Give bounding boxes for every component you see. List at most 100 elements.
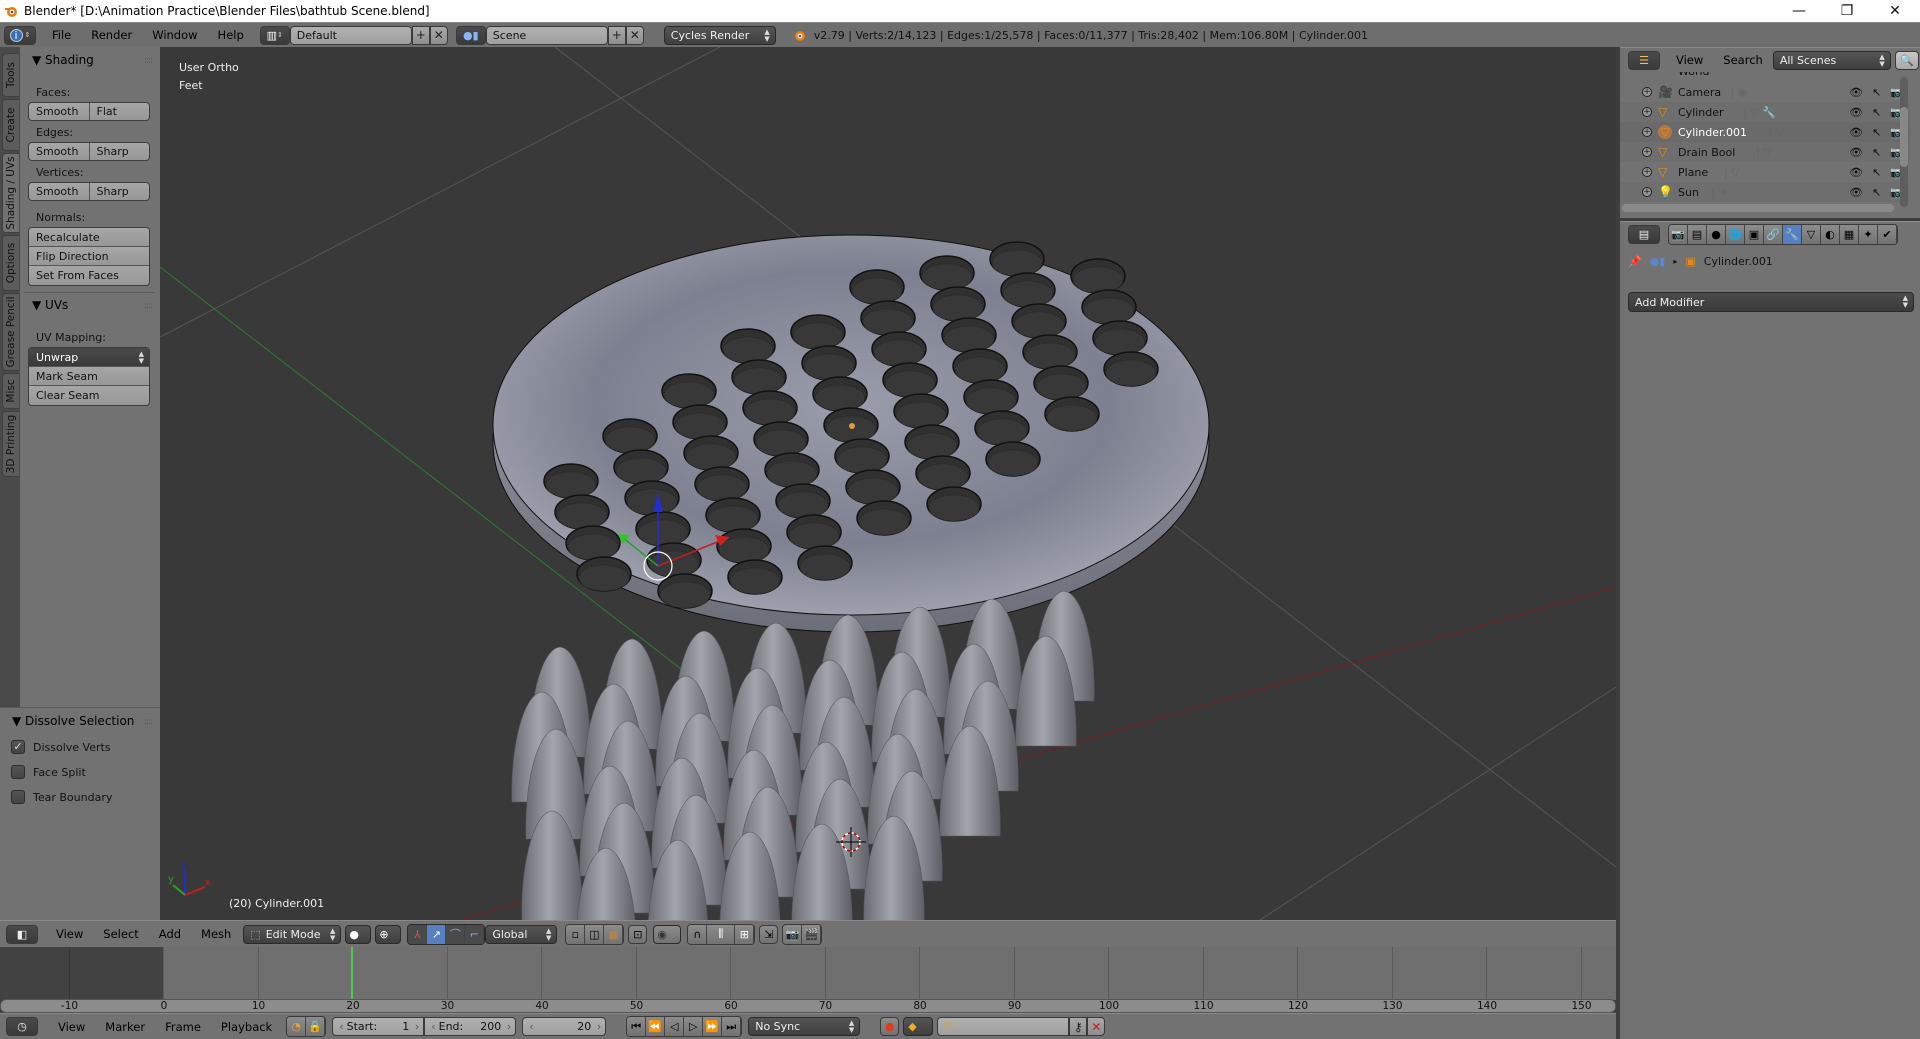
maximize-button[interactable]: ❐ (1824, 0, 1870, 22)
proportional-edit-dropdown[interactable]: ◉ (653, 924, 682, 944)
menu-add[interactable]: Add (149, 927, 191, 941)
outliner-item-world[interactable]: World (1620, 72, 1910, 82)
cursor-icon[interactable]: ↖ (1872, 146, 1881, 159)
eye-icon[interactable]: 👁 (1849, 106, 1863, 119)
expand-icon[interactable]: + (1642, 187, 1652, 197)
expand-icon[interactable]: + (1642, 147, 1652, 157)
vertices-smooth-button[interactable]: Smooth (29, 183, 90, 200)
properties-tab-physics[interactable]: ✔ (1878, 224, 1897, 244)
drain-disc-mesh[interactable] (492, 234, 1210, 633)
editor-type-outliner-button[interactable]: ☰ (1628, 50, 1660, 70)
3d-viewport[interactable]: z y x User Ortho Feet (20) Cylinder.001 (160, 47, 1616, 920)
current-frame-field[interactable]: ‹ 20 › (522, 1017, 607, 1036)
menu-help[interactable]: Help (208, 28, 254, 42)
jump-end-button[interactable]: ⏭ (722, 1017, 742, 1036)
menu-view[interactable]: View (48, 1020, 95, 1034)
tab-create[interactable]: Create (2, 99, 19, 151)
egg-array-mesh[interactable] (511, 590, 1095, 920)
tab-misc[interactable]: Misc (2, 373, 19, 409)
tab-grease-pencil[interactable]: Grease Pencil (2, 293, 19, 371)
properties-tab-render-layers[interactable]: ▤ (1688, 224, 1707, 244)
add-screen-button[interactable]: + (411, 25, 430, 45)
unwrap-dropdown[interactable]: Unwrap ▲ ▼ (29, 348, 149, 367)
scene-selector[interactable]: ●▮ (455, 25, 486, 45)
panel-grip-icon[interactable]: :::: (144, 717, 153, 727)
outliner-scrollbar[interactable] (1900, 77, 1908, 207)
screen-layout-name[interactable]: Default (289, 25, 412, 45)
expand-icon[interactable]: + (1642, 167, 1652, 177)
delete-keyframe-button[interactable]: ✕ (1087, 1017, 1106, 1036)
screen-layout-selector[interactable]: ▥ ⇕ (259, 25, 290, 45)
editor-type-timeline-button[interactable]: ◷ (6, 1017, 38, 1036)
uvs-panel-header[interactable]: ▼ UVs (32, 298, 68, 312)
keying-set-field[interactable]: ⚿ (937, 1017, 1070, 1036)
tab-3d-printing[interactable]: 3D Printing (2, 411, 19, 477)
occlude-geometry-toggle[interactable]: ⊡ (628, 924, 648, 944)
menu-view[interactable]: View (1666, 53, 1713, 67)
search-button[interactable]: 🔍 (1894, 50, 1919, 70)
cursor-icon[interactable]: ↖ (1872, 126, 1881, 139)
pivot-point-dropdown[interactable]: ⊕ (375, 924, 402, 944)
lock-range-toggle[interactable]: 🔒 (306, 1017, 326, 1036)
expand-icon[interactable]: + (1642, 107, 1652, 117)
vertices-sharp-button[interactable]: Sharp (90, 183, 150, 200)
timeline-area[interactable] (0, 947, 1920, 1000)
clear-seam-button[interactable]: Clear Seam (29, 386, 149, 405)
outliner-item[interactable]: + ▽ Plane | ▽ 👁 ↖ 📷 (1620, 162, 1910, 182)
properties-tab-particles[interactable]: ✦ (1859, 224, 1878, 244)
minimize-button[interactable]: — (1776, 0, 1822, 22)
scale-manipulator[interactable]: ⌐ (465, 924, 485, 944)
delete-screen-button[interactable]: ✕ (429, 25, 448, 45)
add-modifier-dropdown[interactable]: Add Modifier ▲ ▼ (1628, 292, 1914, 312)
set-from-faces-button[interactable]: Set From Faces (29, 266, 149, 285)
sync-mode-dropdown[interactable]: No Sync ▲ ▼ (748, 1017, 861, 1036)
delete-scene-button[interactable]: ✕ (625, 25, 644, 45)
menu-playback[interactable]: Playback (211, 1020, 282, 1034)
eye-icon[interactable]: 👁 (1849, 186, 1863, 199)
snap-toggle[interactable]: ∩ (688, 924, 708, 944)
properties-tab-world[interactable]: 🌐 (1726, 224, 1745, 244)
outliner-hscrollbar[interactable] (1622, 204, 1894, 212)
edge-select-mode[interactable]: ◫ (585, 924, 605, 944)
snap-target[interactable]: ⊞ (735, 924, 755, 944)
preview-range-toggle[interactable]: ◔ (287, 1017, 307, 1036)
menu-mesh[interactable]: Mesh (191, 927, 241, 941)
close-button[interactable]: ✕ (1872, 0, 1918, 22)
mark-seam-button[interactable]: Mark Seam (29, 367, 149, 386)
opengl-render-image[interactable]: 📷 (783, 924, 803, 944)
keying-mode-dropdown[interactable]: ◆ (903, 1017, 934, 1036)
outliner-item[interactable]: + 🎥 Camera | ◉ 👁 ↖ 📷 (1620, 82, 1910, 102)
playhead[interactable] (351, 947, 353, 1000)
panel-grip-icon[interactable]: :::: (144, 301, 153, 311)
cursor-icon[interactable]: ↖ (1872, 166, 1881, 179)
pin-icon[interactable]: 📌 (1628, 255, 1642, 268)
orientation-dropdown[interactable]: Global ▲ ▼ (485, 924, 558, 944)
copy-layer-button[interactable]: ⇲ (759, 924, 779, 944)
menu-select[interactable]: Select (93, 927, 148, 941)
expand-icon[interactable]: + (1642, 127, 1652, 137)
viewport-shading-dropdown[interactable]: ● (345, 924, 372, 944)
face-select-mode[interactable]: ■ (604, 924, 624, 944)
outliner-item[interactable]: + 💡 Sun | ☀ 👁 ↖ 📷 (1620, 182, 1910, 202)
eye-icon[interactable]: 👁 (1849, 166, 1863, 179)
tab-tools[interactable]: Tools (2, 53, 19, 97)
faces-flat-button[interactable]: Flat (90, 103, 150, 120)
eye-icon[interactable]: 👁 (1849, 86, 1863, 99)
cursor-icon[interactable]: ↖ (1872, 86, 1881, 99)
properties-tab-material[interactable]: ◐ (1821, 224, 1840, 244)
eye-icon[interactable]: 👁 (1849, 126, 1863, 139)
menu-file[interactable]: File (42, 28, 81, 42)
properties-tab-render[interactable]: 📷 (1669, 224, 1688, 244)
jump-keyframe-forward-button[interactable]: ⏩ (703, 1017, 723, 1036)
menu-search[interactable]: Search (1713, 53, 1773, 67)
mode-dropdown[interactable]: ⬚ Edit Mode ▲ ▼ (243, 924, 342, 944)
properties-tab-modifiers[interactable]: 🔧 (1783, 224, 1802, 244)
start-frame-field[interactable]: ‹ Start: 1 › (332, 1017, 425, 1036)
rotate-manipulator[interactable]: ⌒ (446, 924, 466, 944)
properties-tab-scene[interactable]: ● (1707, 224, 1726, 244)
scrollbar-thumb[interactable] (1900, 107, 1908, 167)
menu-render[interactable]: Render (81, 28, 142, 42)
menu-marker[interactable]: Marker (95, 1020, 155, 1034)
tear-boundary-checkbox[interactable] (11, 790, 25, 804)
dissolve-verts-checkbox[interactable]: ✓ (11, 740, 25, 754)
